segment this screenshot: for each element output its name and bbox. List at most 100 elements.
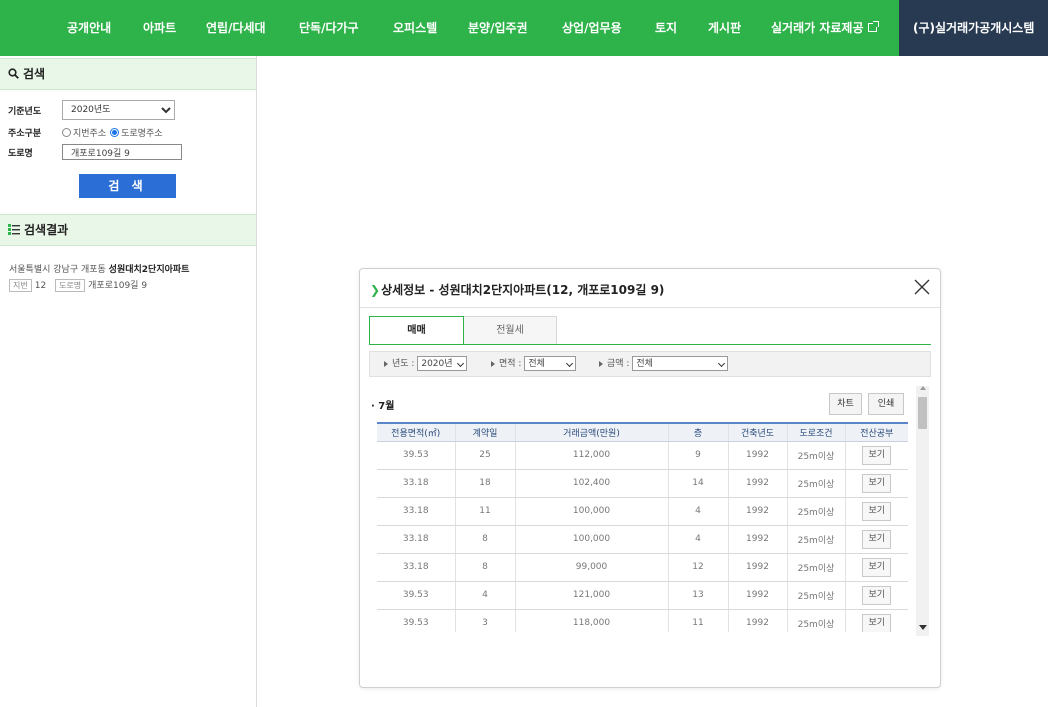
area-filter: 면적 : 전체 (491, 352, 577, 376)
nav-commercial[interactable]: 상업/업무용 (562, 0, 622, 56)
scroll-down-icon[interactable] (919, 625, 927, 630)
cell-registry: 보기 (844, 469, 908, 498)
col-contract-day[interactable]: 계약일 (454, 422, 515, 442)
chart-button[interactable]: 차트 (829, 393, 862, 415)
cell-road-condition: 25m이상 (786, 469, 845, 498)
result-address[interactable]: 서울특별시 강남구 개포동 성원대치2단지아파트 (9, 262, 189, 275)
road-name-input[interactable] (62, 144, 182, 160)
cell-road-condition: 25m이상 (786, 525, 845, 554)
road-tag: 도로명 (55, 279, 86, 292)
view-button[interactable]: 보기 (862, 529, 892, 549)
cell-road-condition: 25m이상 (786, 441, 845, 470)
cell-build-year: 1992 (727, 441, 787, 470)
col-floor[interactable]: 층 (667, 422, 728, 442)
modal-divider (360, 307, 940, 308)
jibun-tag: 지번 (9, 279, 32, 292)
road-radio[interactable] (110, 128, 120, 137)
cell-area: 33.18 (377, 497, 455, 526)
year-filter-label: 년도 : (392, 359, 415, 369)
col-build-year[interactable]: 건축년도 (727, 422, 787, 442)
cell-floor: 14 (667, 469, 728, 498)
scrollbar-thumb[interactable] (918, 397, 927, 429)
view-button[interactable]: 보기 (862, 473, 892, 493)
view-button[interactable]: 보기 (862, 557, 892, 577)
road-label: 도로명 (8, 148, 33, 159)
table-scrollbar[interactable] (916, 386, 929, 636)
cell-price: 99,000 (514, 553, 668, 582)
view-button[interactable]: 보기 (862, 501, 892, 521)
year-select[interactable]: 2020년도 (62, 100, 175, 120)
year-filter: 년도 : 2020년 (384, 352, 468, 376)
cell-floor: 13 (667, 581, 728, 610)
cell-price: 121,000 (514, 581, 668, 610)
road-radio-label: 도로명주소 (121, 129, 163, 139)
nav-public-info[interactable]: 공개안내 (67, 0, 111, 56)
nav-board[interactable]: 게시판 (708, 0, 741, 56)
cell-area: 33.18 (377, 469, 455, 498)
col-area[interactable]: 전용면적(㎡) (377, 422, 455, 442)
nav-detached-house[interactable]: 단독/다가구 (299, 0, 359, 56)
table-row: 33.18 11 100,000 4 1992 25m이상 보기 (377, 497, 908, 526)
area-filter-label: 면적 : (499, 359, 522, 369)
price-filter-select[interactable]: 전체 (632, 356, 729, 371)
cell-price: 112,000 (514, 441, 668, 470)
scroll-up-icon[interactable] (920, 386, 926, 390)
modal-title: ❯상세정보 - 성원대치2단지아파트(12, 개포로109길 9) (370, 281, 664, 298)
cell-price: 102,400 (514, 469, 668, 498)
cell-area: 39.53 (377, 441, 455, 470)
cell-registry: 보기 (844, 441, 908, 470)
area-filter-select[interactable]: 전체 (524, 356, 577, 371)
col-price[interactable]: 거래금액(만원) (514, 422, 668, 442)
chevron-down-icon (457, 359, 465, 368)
nav-land[interactable]: 토지 (655, 0, 677, 56)
tab-sale[interactable]: 매매 (369, 316, 464, 345)
result-road: 개포로109길 9 (88, 281, 148, 291)
search-icon (8, 60, 19, 90)
title-chevron-icon: ❯ (370, 283, 381, 297)
results-section-header: 검색결과 (0, 214, 256, 246)
table-row: 33.18 8 100,000 4 1992 25m이상 보기 (377, 525, 908, 554)
tab-rent[interactable]: 전월세 (464, 316, 557, 345)
search-button[interactable]: 검 색 (79, 174, 176, 198)
jibun-radio[interactable] (62, 128, 71, 137)
cell-area: 39.53 (377, 581, 455, 610)
table-row: 33.18 18 102,400 14 1992 25m이상 보기 (377, 469, 908, 498)
nav-officetel[interactable]: 오피스텔 (393, 0, 437, 56)
year-label: 기준년도 (8, 106, 42, 117)
nav-data-provision[interactable]: 실거래가 자료제공 (771, 0, 879, 56)
view-button[interactable]: 보기 (862, 445, 892, 465)
road-row: 도로명 (8, 144, 182, 160)
search-section-title: 검색 (23, 67, 46, 81)
cell-build-year: 1992 (727, 581, 787, 610)
cell-floor: 11 (667, 609, 728, 632)
address-type-row: 주소구분 지번주소 도로명주소 (8, 126, 163, 139)
print-button[interactable]: 인쇄 (868, 393, 904, 415)
cell-contract-day: 8 (454, 553, 515, 582)
table-header-row: 전용면적(㎡) 계약일 거래금액(만원) 층 건축년도 도로조건 전산공부 (377, 422, 908, 442)
nav-old-system[interactable]: (구)실거래가공개시스템 (899, 0, 1048, 56)
cell-area: 33.18 (377, 525, 455, 554)
filter-bar: 년도 : 2020년 면적 : 전체 금액 : 전체 (369, 351, 931, 377)
cell-contract-day: 4 (454, 581, 515, 610)
col-road-condition[interactable]: 도로조건 (786, 422, 845, 442)
view-button[interactable]: 보기 (862, 585, 892, 605)
nav-apartment[interactable]: 아파트 (143, 0, 176, 56)
nav-row-house[interactable]: 연립/다세대 (206, 0, 266, 56)
nav-presale[interactable]: 분양/입주권 (468, 0, 528, 56)
month-label: · 7월 (371, 401, 395, 412)
result-apartment-name: 성원대치2단지아파트 (108, 265, 190, 275)
result-detail: 지번 12 도로명 개포로109길 9 (9, 278, 147, 292)
price-filter-label: 금액 : (607, 359, 630, 369)
year-filter-select[interactable]: 2020년 (417, 356, 468, 371)
cell-build-year: 1992 (727, 497, 787, 526)
view-button[interactable]: 보기 (862, 613, 892, 632)
cell-floor: 9 (667, 441, 728, 470)
search-section-header: 검색 (0, 58, 256, 90)
table-row: 33.18 8 99,000 12 1992 25m이상 보기 (377, 553, 908, 582)
cell-build-year: 1992 (727, 609, 787, 632)
close-icon[interactable] (912, 277, 932, 297)
cell-price: 100,000 (514, 525, 668, 554)
deals-content: · 7월 차트 인쇄 전용면적(㎡) 계약일 거래금액(만원) 층 건축년도 도… (369, 382, 931, 632)
bullet-triangle-icon (599, 360, 603, 367)
chevron-down-icon (718, 359, 726, 368)
